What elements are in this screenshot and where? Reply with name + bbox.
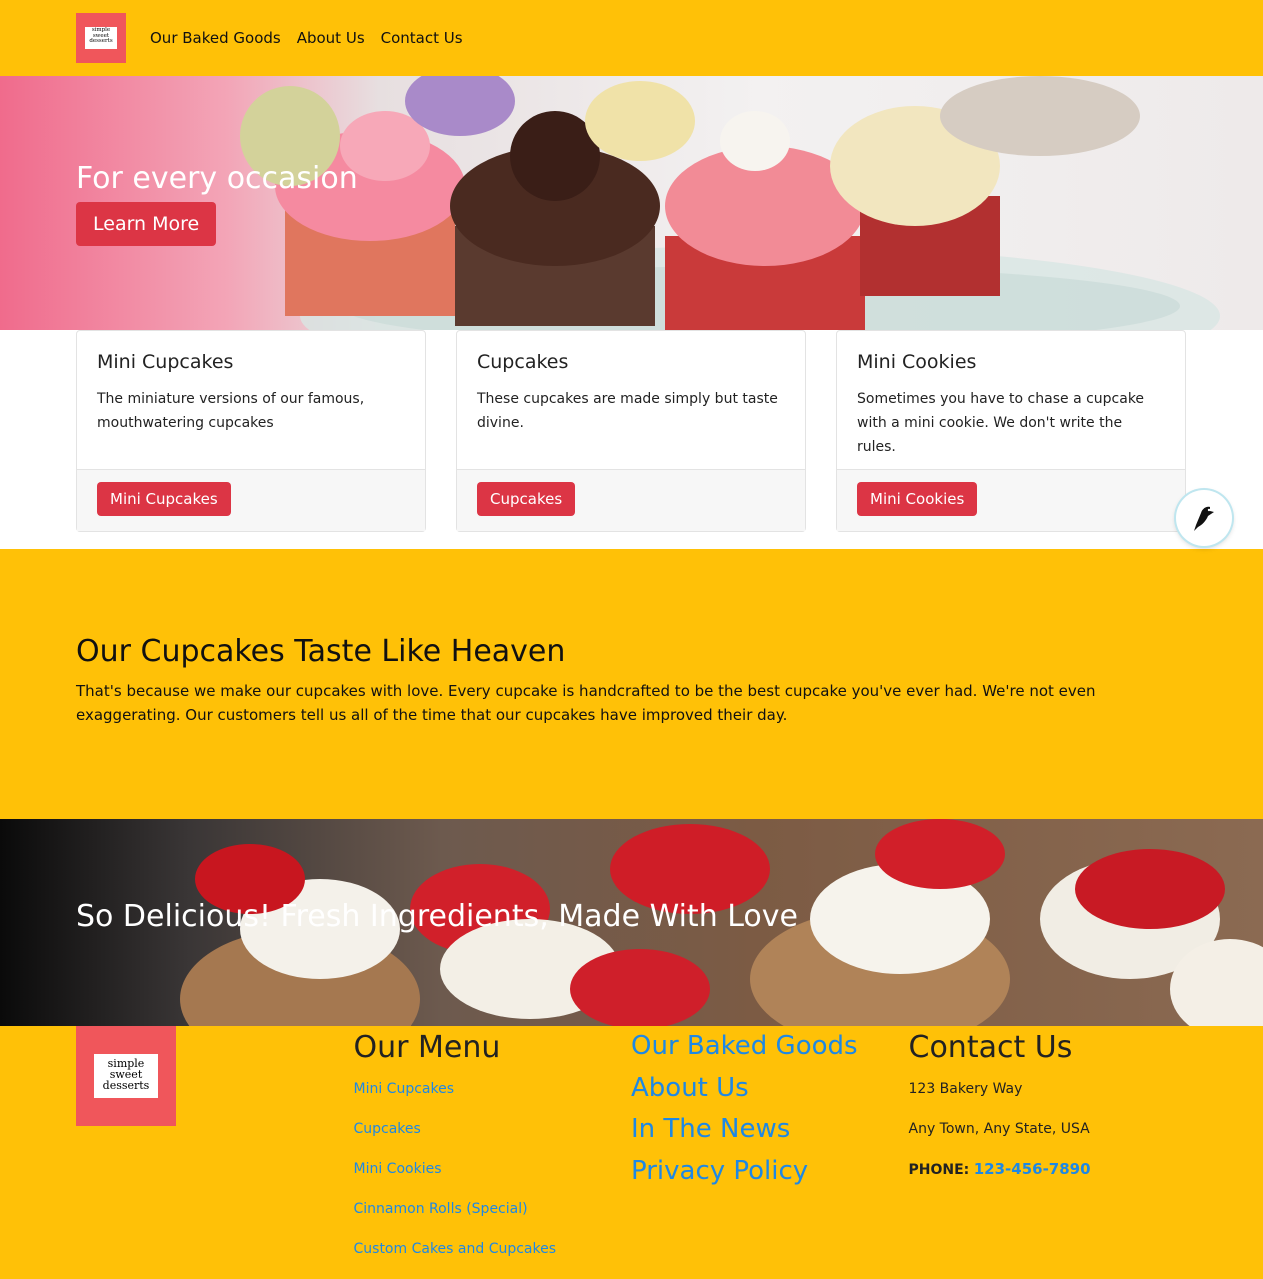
- section-text: That's because we make our cupcakes with…: [76, 682, 1096, 724]
- footer-link-about[interactable]: About Us: [631, 1068, 909, 1110]
- footer-logo[interactable]: simple sweet desserts: [76, 1026, 176, 1126]
- hero-banner: For every occasion Learn More: [0, 76, 1263, 330]
- card-cupcakes: Cupcakes These cupcakes are made simply …: [456, 330, 806, 532]
- nav-link-contact[interactable]: Contact Us: [381, 29, 463, 47]
- banner-title: So Delicious! Fresh Ingredients, Made Wi…: [76, 899, 798, 934]
- footer-menu-title: Our Menu: [353, 1030, 501, 1065]
- phone-line: PHONE: 123-456-7890: [909, 1159, 1187, 1181]
- footer-contact: Contact Us 123 Bakery Way Any Town, Any …: [909, 1026, 1187, 1279]
- strawberry-banner: So Delicious! Fresh Ingredients, Made Wi…: [0, 819, 1263, 1026]
- card-text: These cupcakes are made simply but taste…: [477, 391, 778, 431]
- card-title: Mini Cupcakes: [97, 351, 234, 373]
- address-line-1: 123 Bakery Way: [908, 1081, 1023, 1097]
- address-line-2: Any Town, Any State, USA: [908, 1121, 1090, 1137]
- footer-link-cupcakes[interactable]: Cupcakes: [354, 1119, 632, 1140]
- bird-icon[interactable]: [1176, 490, 1232, 546]
- card-text: The miniature versions of our famous, mo…: [97, 391, 365, 431]
- product-cards-section: Mini Cupcakes The miniature versions of …: [0, 330, 1263, 549]
- footer-link-custom-cakes[interactable]: Custom Cakes and Cupcakes: [354, 1239, 632, 1260]
- nav-link-about[interactable]: About Us: [297, 29, 365, 47]
- footer-link-privacy[interactable]: Privacy Policy: [631, 1151, 909, 1193]
- card-mini-cupcakes: Mini Cupcakes The miniature versions of …: [76, 330, 426, 532]
- top-navbar: simple sweet desserts Our Baked Goods Ab…: [0, 0, 1263, 76]
- section-heading: Our Cupcakes Taste Like Heaven: [76, 634, 566, 669]
- about-section: Our Cupcakes Taste Like Heaven That's be…: [0, 549, 1263, 819]
- footer-menu: Our Menu Mini Cupcakes Cupcakes Mini Coo…: [354, 1026, 632, 1279]
- phone-link[interactable]: 123-456-7890: [974, 1160, 1091, 1178]
- footer-link-mini-cupcakes[interactable]: Mini Cupcakes: [354, 1079, 632, 1100]
- hero-title: For every occasion: [76, 161, 358, 196]
- cupcakes-button[interactable]: Cupcakes: [477, 482, 576, 516]
- mini-cookies-button[interactable]: Mini Cookies: [857, 482, 978, 516]
- brand-logo[interactable]: simple sweet desserts: [76, 13, 126, 63]
- phone-label: PHONE:: [908, 1162, 970, 1178]
- footer-link-cinnamon-rolls[interactable]: Cinnamon Rolls (Special): [354, 1199, 632, 1220]
- learn-more-button[interactable]: Learn More: [76, 202, 217, 246]
- nav-link-baked-goods[interactable]: Our Baked Goods: [150, 29, 281, 47]
- footer: simple sweet desserts Our Menu Mini Cupc…: [0, 1026, 1263, 1272]
- mini-cupcakes-button[interactable]: Mini Cupcakes: [97, 482, 231, 516]
- card-title: Cupcakes: [477, 351, 569, 373]
- footer-links: Our Baked Goods About Us In The News Pri…: [631, 1026, 909, 1279]
- card-title: Mini Cookies: [857, 351, 977, 373]
- footer-link-mini-cookies[interactable]: Mini Cookies: [354, 1159, 632, 1180]
- footer-contact-title: Contact Us: [908, 1030, 1073, 1065]
- footer-link-news[interactable]: In The News: [631, 1109, 909, 1151]
- card-mini-cookies: Mini Cookies Sometimes you have to chase…: [836, 330, 1186, 532]
- card-text: Sometimes you have to chase a cupcake wi…: [857, 391, 1145, 455]
- footer-link-baked-goods[interactable]: Our Baked Goods: [631, 1026, 909, 1068]
